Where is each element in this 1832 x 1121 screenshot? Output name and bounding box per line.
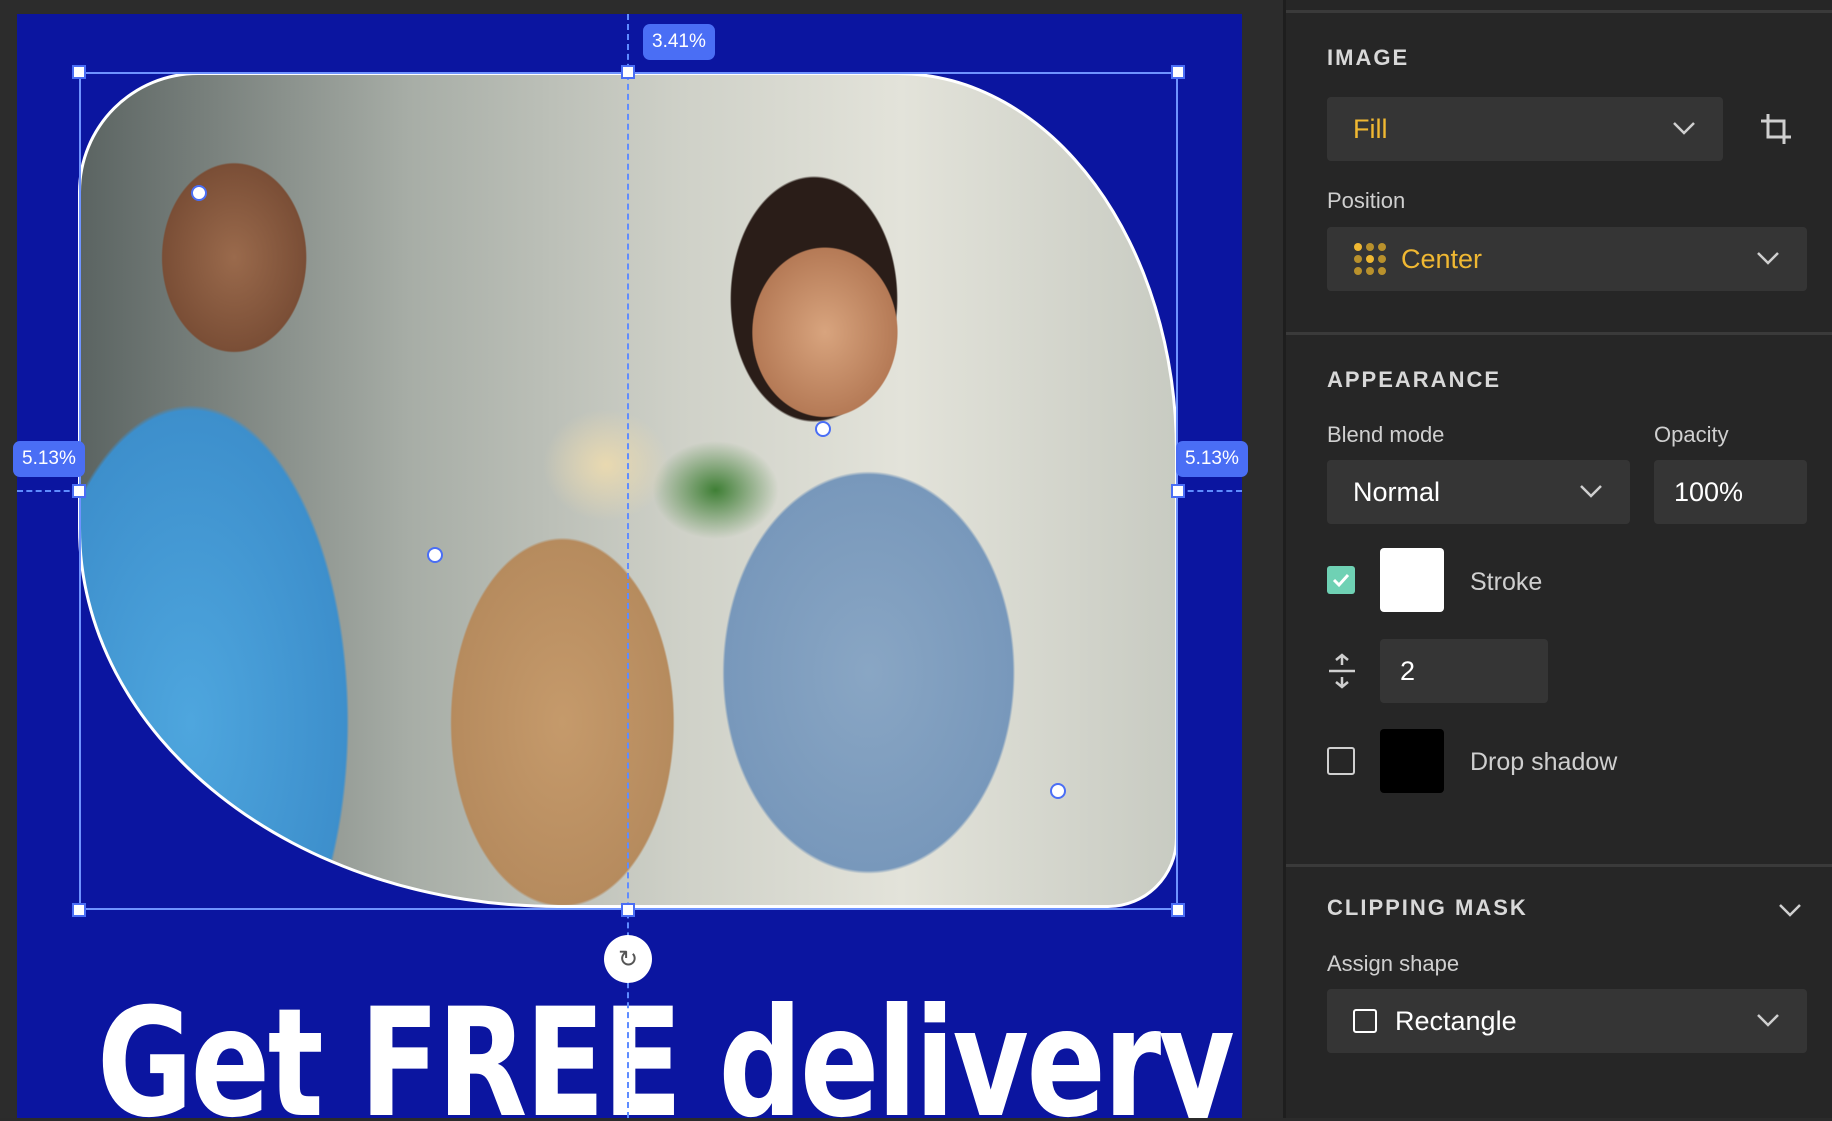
- right-margin-guide: [1178, 490, 1242, 492]
- checkmark-icon: [1332, 573, 1350, 588]
- chevron-down-icon: [1673, 122, 1695, 135]
- crop-icon[interactable]: [1759, 112, 1793, 146]
- rectangle-icon: [1353, 1009, 1377, 1033]
- corner-radius-handle[interactable]: [191, 185, 207, 201]
- blend-mode-dropdown[interactable]: Normal: [1327, 460, 1630, 524]
- image-section: IMAGE Fill Position Center: [1286, 10, 1832, 333]
- chevron-down-icon: [1580, 485, 1602, 498]
- shape-value: Rectangle: [1395, 1005, 1517, 1036]
- drop-shadow-label: Drop shadow: [1470, 748, 1618, 776]
- drop-shadow-checkbox[interactable]: [1327, 747, 1355, 775]
- left-margin-guide: [17, 490, 79, 492]
- shadow-color-swatch[interactable]: [1380, 729, 1444, 793]
- image-section-title: IMAGE: [1327, 45, 1410, 70]
- corner-radius-handle[interactable]: [815, 421, 831, 437]
- rotate-icon: ↻: [617, 945, 639, 973]
- blend-mode-value: Normal: [1353, 476, 1441, 507]
- clipping-mask-section: CLIPPING MASK Assign shape Rectangle: [1286, 864, 1832, 1121]
- top-margin-badge: 3.41%: [643, 24, 715, 60]
- appearance-section-title: APPEARANCE: [1327, 367, 1502, 392]
- stroke-width-icon: [1329, 653, 1355, 689]
- chevron-down-icon: [1757, 1014, 1779, 1027]
- clipping-mask-title: CLIPPING MASK: [1327, 895, 1528, 920]
- corner-radius-handle[interactable]: [427, 547, 443, 563]
- shape-dropdown[interactable]: Rectangle: [1327, 989, 1807, 1053]
- right-margin-badge: 5.13%: [1176, 441, 1248, 477]
- chevron-down-icon: [1757, 252, 1779, 265]
- grid-dots-icon: [1354, 243, 1386, 275]
- chevron-down-icon[interactable]: [1777, 897, 1803, 923]
- fill-value: Fill: [1353, 113, 1388, 144]
- blend-mode-label: Blend mode: [1327, 422, 1445, 447]
- selection-box[interactable]: [79, 72, 1178, 910]
- position-dropdown[interactable]: Center: [1327, 227, 1807, 291]
- appearance-section: APPEARANCE Blend mode Opacity Normal 100…: [1286, 332, 1832, 865]
- resize-handle-top[interactable]: [621, 65, 635, 79]
- stroke-color-swatch[interactable]: [1380, 548, 1444, 612]
- resize-handle-bottom-left[interactable]: [72, 903, 86, 917]
- opacity-input[interactable]: 100%: [1654, 460, 1807, 524]
- resize-handle-top-left[interactable]: [72, 65, 86, 79]
- position-value: Center: [1401, 243, 1483, 274]
- canvas-area[interactable]: Get FREE delivery 3.41% 5.13% 5.13% ↻: [0, 0, 1283, 1118]
- resize-handle-top-right[interactable]: [1171, 65, 1185, 79]
- opacity-label: Opacity: [1654, 422, 1729, 447]
- stroke-width-input[interactable]: 2: [1380, 639, 1548, 703]
- fill-dropdown[interactable]: Fill: [1327, 97, 1723, 161]
- stroke-label: Stroke: [1470, 568, 1543, 596]
- resize-handle-left[interactable]: [72, 484, 86, 498]
- left-margin-badge: 5.13%: [13, 441, 85, 477]
- resize-handle-bottom-right[interactable]: [1171, 903, 1185, 917]
- resize-handle-right[interactable]: [1171, 484, 1185, 498]
- rotate-button[interactable]: ↻: [604, 935, 652, 983]
- stroke-checkbox[interactable]: [1327, 566, 1355, 594]
- assign-shape-label: Assign shape: [1327, 951, 1460, 976]
- properties-panel: IMAGE Fill Position Center APPEARANCE Bl…: [1283, 0, 1832, 1118]
- corner-radius-handle[interactable]: [1050, 783, 1066, 799]
- position-label: Position: [1327, 188, 1406, 213]
- resize-handle-bottom[interactable]: [621, 903, 635, 917]
- headline-text[interactable]: Get FREE delivery: [97, 989, 1235, 1118]
